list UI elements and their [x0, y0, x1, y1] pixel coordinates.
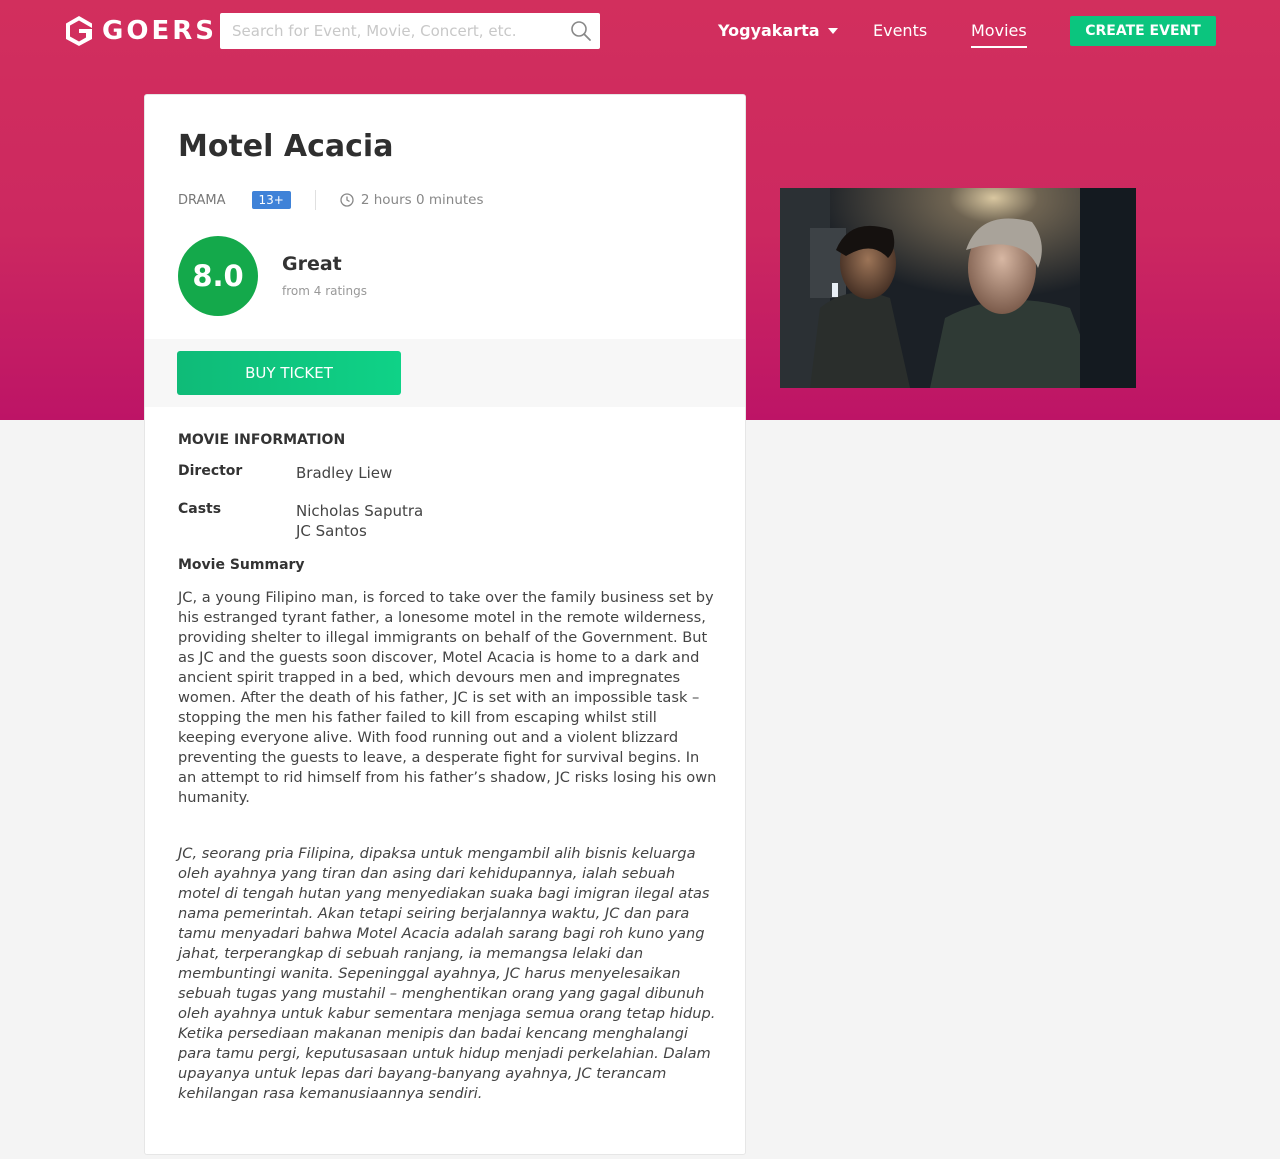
score-circle: 8.0	[178, 236, 258, 316]
movie-detail-card: Motel Acacia DRAMA 13+ 2 hours 0 minutes…	[144, 94, 746, 1155]
search-icon[interactable]	[570, 20, 592, 42]
movie-summary-heading: Movie Summary	[178, 557, 305, 573]
director-label: Director	[178, 463, 243, 479]
poster-still-image	[780, 188, 1136, 388]
goers-logo-icon	[66, 16, 92, 46]
search-bar	[220, 13, 600, 49]
meta-divider	[314, 190, 316, 210]
clock-icon	[340, 193, 354, 207]
cast-item: Nicholas Saputra	[296, 502, 424, 520]
nav-link-events[interactable]: Events	[873, 21, 927, 40]
goers-logo[interactable]: GOERS	[64, 14, 217, 48]
search-input[interactable]	[220, 22, 570, 40]
city-label: Yogyakarta	[718, 21, 820, 40]
summary-english: JC, a young Filipino man, is forced to t…	[178, 589, 717, 806]
genre-label: DRAMA	[178, 192, 226, 208]
nav-link-movies[interactable]: Movies	[971, 21, 1027, 48]
age-rating-badge: 13+	[251, 191, 291, 209]
director-value: Bradley Liew	[296, 464, 393, 482]
buy-ticket-button[interactable]: BUY TICKET	[177, 351, 401, 395]
movie-title: Motel Acacia	[178, 129, 394, 164]
logo-text: GOERS	[102, 16, 217, 46]
city-selector[interactable]: Yogyakarta	[718, 21, 838, 40]
top-navbar: GOERS Yogyakarta Events Movies CREATE EV…	[0, 0, 1280, 64]
movie-meta: DRAMA 13+ 2 hours 0 minutes	[178, 189, 484, 211]
summary-indonesian: JC, seorang pria Filipina, dipaksa untuk…	[178, 845, 716, 1102]
chevron-down-icon	[827, 27, 838, 34]
ratings-count: from 4 ratings	[282, 284, 367, 298]
create-event-button[interactable]: CREATE EVENT	[1070, 16, 1216, 46]
buy-ticket-strip: BUY TICKET	[145, 339, 745, 407]
movie-poster-image	[780, 188, 1136, 388]
movie-information-heading: MOVIE INFORMATION	[178, 432, 346, 448]
cast-item: JC Santos	[296, 522, 367, 540]
duration-text: 2 hours 0 minutes	[360, 192, 484, 208]
casts-label: Casts	[178, 501, 222, 517]
score-label: Great	[282, 253, 342, 275]
